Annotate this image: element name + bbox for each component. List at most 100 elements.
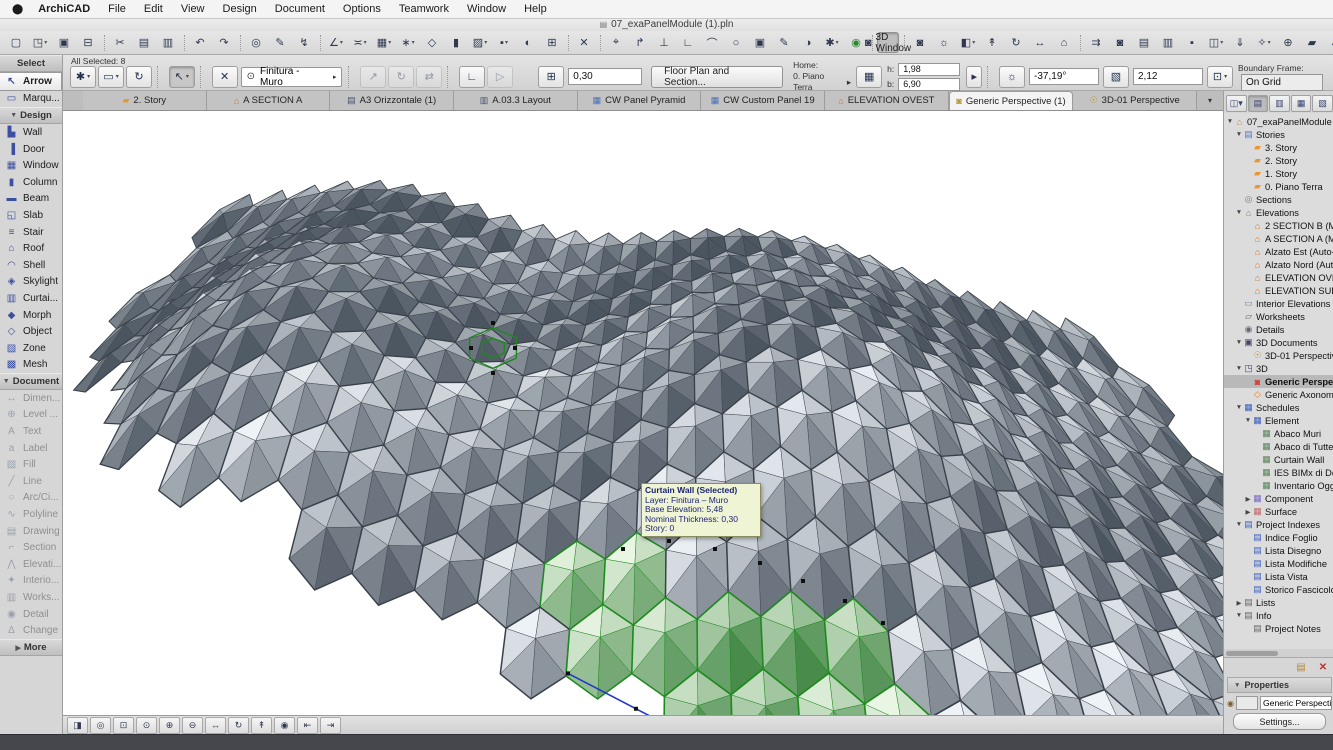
grid-rotation-button[interactable]: ▧ [1103, 66, 1129, 88]
tab-a-section-a[interactable]: ⌂A SECTION A [207, 91, 331, 110]
new-viewpoint-button[interactable]: ▤ [1292, 660, 1310, 674]
tree-item-sections[interactable]: ◎Sections [1224, 193, 1333, 206]
offset-field[interactable]: 0,30 [568, 68, 642, 85]
grid-display-button[interactable]: ⊞ [541, 32, 563, 53]
quick-options-button[interactable]: ◨ [67, 717, 88, 734]
size-flyout-button[interactable]: ▸ [966, 66, 982, 88]
tree-item-lista-modifiche[interactable]: ▤Lista Modifiche [1224, 557, 1333, 570]
new-file-button[interactable]: ▢ [5, 32, 27, 53]
chevron-down-icon[interactable]: ▼ [1244, 417, 1252, 424]
toolbox-section-document[interactable]: ▼Document [0, 373, 62, 390]
menu-help[interactable]: Help [515, 3, 556, 15]
tab-cw-panel-pyramid[interactable]: ▦CW Panel Pyramid [578, 91, 702, 110]
tree-item-info[interactable]: ▼▤Info [1224, 609, 1333, 622]
tree-item-elevation-sud-i[interactable]: ⌂ELEVATION SUD (I [1224, 284, 1333, 297]
view-name-field[interactable]: Generic Perspective [1260, 696, 1332, 710]
tab-elevation-ovest[interactable]: ⌂ELEVATION OVEST [825, 91, 949, 110]
tool-wall[interactable]: ▙Wall [0, 124, 62, 141]
document-3d-button[interactable]: ▪ [1181, 32, 1203, 53]
box-tool-button[interactable]: ▣ [749, 32, 771, 53]
tool-column[interactable]: ▮Column [0, 174, 62, 191]
find-select-button[interactable]: ◎ [245, 32, 267, 53]
tree-item-surface[interactable]: ▶▦Surface [1224, 505, 1333, 518]
favorites-button[interactable]: ✱▾ [70, 66, 96, 88]
menu-options[interactable]: Options [334, 3, 390, 15]
tree-item-storico-fascicolo[interactable]: ▤Storico Fascicolo [1224, 583, 1333, 596]
brush-tool-button[interactable]: ▱ [1325, 32, 1333, 53]
cube-views-button[interactable]: ◫▾ [1205, 32, 1227, 53]
wall-reference-button[interactable]: ▮ [445, 32, 467, 53]
tool-morph[interactable]: ◆Morph [0, 307, 62, 324]
3d-window-button[interactable]: ◙3D Window [877, 32, 899, 53]
arc-tool-button[interactable]: ⌒ [701, 32, 723, 53]
chevron-down-icon[interactable]: ▼ [1235, 339, 1243, 346]
tab-overflow-button[interactable]: ▾ [1197, 91, 1223, 110]
next-zoom-button[interactable]: ⇥ [320, 717, 341, 734]
copy-settings-button[interactable]: ▤ [1133, 32, 1155, 53]
tool-marquee[interactable]: ▭Marqu... [0, 91, 62, 108]
publish-button[interactable]: ⇓ [1229, 32, 1251, 53]
tree-item-alzato-nord-auto-[interactable]: ⌂Alzato Nord (Auto- [1224, 258, 1333, 271]
menu-window[interactable]: Window [458, 3, 515, 15]
quick-selection-button[interactable]: ✕ [212, 66, 238, 88]
chevron-down-icon[interactable]: ▼ [1235, 209, 1243, 216]
tool-roof[interactable]: ⌂Roof [0, 240, 62, 257]
clip-tool-button[interactable]: ◑ [797, 32, 819, 53]
camera-tool-button[interactable]: ◙ [909, 32, 931, 53]
tree-item-alzato-est-auto-r[interactable]: ⌂Alzato Est (Auto-r [1224, 245, 1333, 258]
tree-item-3d-documents[interactable]: ▼▣3D Documents [1224, 336, 1333, 349]
menu-document[interactable]: Document [266, 3, 334, 15]
tool-window[interactable]: ▦Window [0, 157, 62, 174]
save-button[interactable]: ▣ [53, 32, 75, 53]
print-button[interactable]: ⊟ [77, 32, 99, 53]
menu-teamwork[interactable]: Teamwork [390, 3, 458, 15]
menu-edit[interactable]: Edit [135, 3, 172, 15]
tool-mesh[interactable]: ▩Mesh [0, 357, 62, 374]
menu-design[interactable]: Design [214, 3, 266, 15]
tree-item-indice-foglio[interactable]: ▤Indice Foglio [1224, 531, 1333, 544]
tab-3d-01-perspective[interactable]: ☉3D-01 Perspective [1073, 91, 1197, 110]
explore-model-button[interactable]: ⇉ [1085, 32, 1107, 53]
guide-lines-button[interactable]: ∠▾ [325, 32, 347, 53]
undo-button[interactable]: ↶ [189, 32, 211, 53]
coordinate-constraint-button[interactable]: ∟ [459, 66, 485, 88]
link-tool-button[interactable]: ⊕ [1277, 32, 1299, 53]
tree-item-element[interactable]: ▼▦Element [1224, 414, 1333, 427]
project-map-button[interactable]: ▤ [1248, 95, 1269, 112]
frame-selector-button[interactable]: ⊡▾ [1207, 66, 1233, 88]
paste-settings-button[interactable]: ▥ [1157, 32, 1179, 53]
view-map-button[interactable]: ▥ [1269, 95, 1290, 112]
menu-archicad[interactable]: ArchiCAD [29, 3, 99, 15]
tree-item-schedules[interactable]: ▼▦Schedules [1224, 401, 1333, 414]
pan-mode-button[interactable]: ↔ [1029, 32, 1051, 53]
settings-dialog-button[interactable]: ▭▾ [98, 66, 124, 88]
navigator-chooser-button[interactable]: ◫▾ [1226, 95, 1247, 112]
arrow-tool-button[interactable]: ↖▾ [169, 66, 195, 88]
zoom-in-button[interactable]: ⊕ [159, 717, 180, 734]
angle-field[interactable]: -37,19° [1029, 68, 1099, 85]
zoom-level-button[interactable]: ⊙ [136, 717, 157, 734]
tree-item-inventario-ogge[interactable]: ▦Inventario Ogge [1224, 479, 1333, 492]
snap-guides-button[interactable]: ≍▾ [349, 32, 371, 53]
tree-item-ies-bimx-di-def-[interactable]: ▦IES BIMx di Def. [1224, 466, 1333, 479]
axonometry-button[interactable]: ◧▾ [957, 32, 979, 53]
chevron-down-icon[interactable]: ▼ [1235, 521, 1243, 528]
chevron-right-icon[interactable]: ▶ [1244, 508, 1252, 516]
toolbox-section-select[interactable]: Select [0, 55, 62, 72]
tree-item-stories[interactable]: ▼▤Stories [1224, 128, 1333, 141]
chevron-down-icon[interactable]: ▼ [1235, 404, 1243, 411]
cut-button[interactable]: ✂ [109, 32, 131, 53]
tool-object[interactable]: ◇Object [0, 323, 62, 340]
tree-item-interior-elevations[interactable]: ▭Interior Elevations [1224, 297, 1333, 310]
tree-item-project-notes[interactable]: ▤Project Notes [1224, 622, 1333, 635]
chevron-right-icon[interactable]: ▶ [1244, 495, 1252, 503]
tree-item-2-section-b-mar[interactable]: ⌂2 SECTION B (Mar [1224, 219, 1333, 232]
explore-button[interactable]: ↟ [251, 717, 272, 734]
tool-door[interactable]: ▐Door [0, 141, 62, 158]
annotate-tool-button[interactable]: ✎ [773, 32, 795, 53]
photo-render-button[interactable]: ◙ [1109, 32, 1131, 53]
plane-snap-button[interactable]: ◇ [421, 32, 443, 53]
pick-up-parameters-button[interactable]: ✎ [269, 32, 291, 53]
paste-button[interactable]: ▥ [157, 32, 179, 53]
copy-button[interactable]: ▤ [133, 32, 155, 53]
